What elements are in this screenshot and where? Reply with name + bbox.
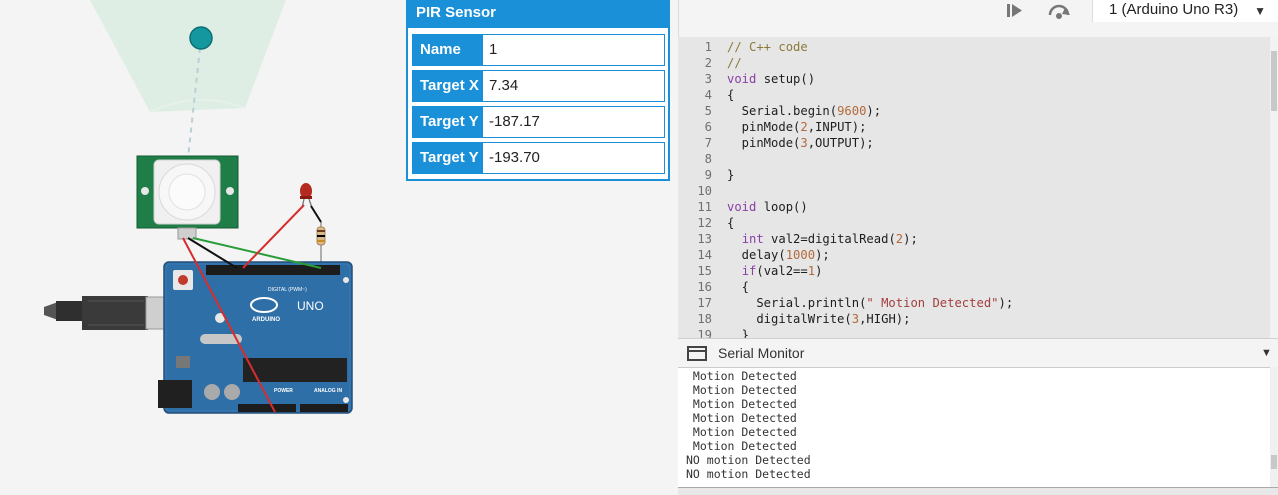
serial-input[interactable] bbox=[678, 487, 1278, 495]
line-number: 7 bbox=[704, 136, 712, 150]
code-editor[interactable]: 1 2 3 4 5 6 7 8 9 10 11 12 13 14 15 16 1… bbox=[678, 37, 1270, 338]
line-number: 2 bbox=[704, 56, 712, 70]
arduino-board[interactable]: UNO ARDUINO DIGITAL (PWM~) POWER ANALOG … bbox=[158, 261, 353, 414]
line-number: 9 bbox=[704, 168, 712, 182]
code-line: Serial.println(" Motion Detected"); bbox=[727, 296, 1014, 310]
serial-scrollbar[interactable] bbox=[1270, 367, 1278, 487]
field-value[interactable]: -193.70 bbox=[483, 143, 664, 173]
field-value[interactable]: 1 bbox=[483, 35, 664, 65]
line-number: 12 bbox=[697, 216, 712, 230]
scrollbar-thumb[interactable] bbox=[1271, 51, 1277, 111]
target-handle[interactable] bbox=[189, 26, 213, 50]
line-number: 8 bbox=[704, 152, 712, 166]
scrollbar-thumb[interactable] bbox=[1271, 455, 1277, 469]
code-scrollbar[interactable] bbox=[1270, 37, 1278, 338]
line-number: 18 bbox=[697, 312, 712, 326]
serial-monitor-icon bbox=[687, 346, 707, 361]
code-line: if(val2==1) bbox=[741, 264, 823, 278]
line-number: 5 bbox=[704, 104, 712, 118]
code-line: // bbox=[727, 56, 742, 70]
line-number: 16 bbox=[697, 280, 712, 294]
line-number: 13 bbox=[697, 232, 712, 246]
pir-sensor[interactable] bbox=[136, 155, 239, 240]
field-label: Target Y bbox=[413, 107, 483, 137]
board-model-label: UNO bbox=[297, 299, 324, 313]
field-label: Target X bbox=[413, 71, 483, 101]
code-line: Serial.begin(9600); bbox=[727, 104, 882, 118]
line-number: 3 bbox=[704, 72, 712, 86]
serial-line: NO motion Detected bbox=[686, 453, 811, 467]
code-line: { bbox=[727, 280, 750, 294]
name-field[interactable]: Name 1 bbox=[412, 34, 665, 66]
pir-properties-panel: PIR Sensor Name 1 Target X 7.34 Target Y… bbox=[406, 0, 670, 181]
target-x-field[interactable]: Target X 7.34 bbox=[412, 70, 665, 102]
serial-line: Motion Detected bbox=[686, 397, 797, 411]
detection-cone bbox=[90, 0, 286, 112]
code-line: void loop() bbox=[727, 200, 808, 214]
analog-pins-label: ANALOG IN bbox=[314, 388, 342, 394]
line-number: 10 bbox=[697, 184, 712, 198]
code-line: { bbox=[727, 216, 735, 230]
serial-line: Motion Detected bbox=[686, 369, 797, 383]
code-line: } bbox=[727, 328, 750, 338]
serial-monitor-header[interactable]: Serial Monitor ▼ bbox=[678, 338, 1278, 367]
line-number-gutter: 1 2 3 4 5 6 7 8 9 10 11 12 13 14 15 16 1… bbox=[678, 39, 712, 338]
chevron-down-icon[interactable]: ▼ bbox=[1261, 347, 1272, 359]
line-number: 17 bbox=[697, 296, 712, 310]
code-line: } bbox=[727, 168, 735, 182]
serial-line: Motion Detected bbox=[686, 439, 797, 453]
target-y-field-2[interactable]: Target Y -193.70 bbox=[412, 142, 665, 174]
field-value[interactable]: -187.17 bbox=[483, 107, 664, 137]
line-number: 14 bbox=[697, 248, 712, 262]
code-line: pinMode(3,OUTPUT); bbox=[727, 136, 874, 150]
code-line: digitalWrite(3,HIGH); bbox=[727, 312, 911, 326]
device-select[interactable]: 1 (Arduino Uno R3) ▼ bbox=[1092, 0, 1278, 22]
target-y-field[interactable]: Target Y -187.17 bbox=[412, 106, 665, 138]
line-number: 4 bbox=[704, 88, 712, 102]
chevron-down-icon: ▼ bbox=[1254, 4, 1266, 18]
code-line: int val2=digitalRead(2); bbox=[741, 232, 918, 246]
debugger-icon[interactable] bbox=[1047, 1, 1071, 21]
step-forward-icon[interactable] bbox=[1005, 1, 1025, 21]
field-value[interactable]: 7.34 bbox=[483, 71, 664, 101]
serial-monitor-title: Serial Monitor bbox=[718, 345, 805, 361]
serial-line: Motion Detected bbox=[686, 383, 797, 397]
serial-line: NO motion Detected bbox=[686, 467, 811, 481]
line-number: 6 bbox=[704, 120, 712, 134]
code-text[interactable]: // C++ code // void setup() { Serial.begin(… bbox=[727, 39, 1013, 338]
field-label: Name bbox=[413, 35, 483, 65]
led[interactable] bbox=[300, 183, 313, 209]
serial-line: Motion Detected bbox=[686, 411, 797, 425]
field-label: Target Y bbox=[413, 143, 483, 173]
line-number: 11 bbox=[697, 200, 712, 214]
panel-title: PIR Sensor bbox=[408, 0, 668, 28]
board-brand-label: ARDUINO bbox=[252, 317, 280, 323]
digital-pins-label: DIGITAL (PWM~) bbox=[268, 287, 307, 293]
line-number: 19 bbox=[697, 328, 712, 338]
device-select-value: 1 (Arduino Uno R3) bbox=[1109, 1, 1239, 18]
code-line: delay(1000); bbox=[727, 248, 830, 262]
code-line: pinMode(2,INPUT); bbox=[727, 120, 867, 134]
line-number: 1 bbox=[704, 40, 712, 54]
serial-output: Motion Detected Motion Detected Motion D… bbox=[678, 367, 1270, 487]
code-line: void setup() bbox=[727, 72, 816, 86]
code-line: { bbox=[727, 88, 735, 102]
code-line: // C++ code bbox=[727, 40, 808, 54]
line-number: 15 bbox=[697, 264, 712, 278]
power-pins-label: POWER bbox=[274, 388, 293, 394]
resistor[interactable] bbox=[316, 222, 326, 268]
serial-line: Motion Detected bbox=[686, 425, 797, 439]
